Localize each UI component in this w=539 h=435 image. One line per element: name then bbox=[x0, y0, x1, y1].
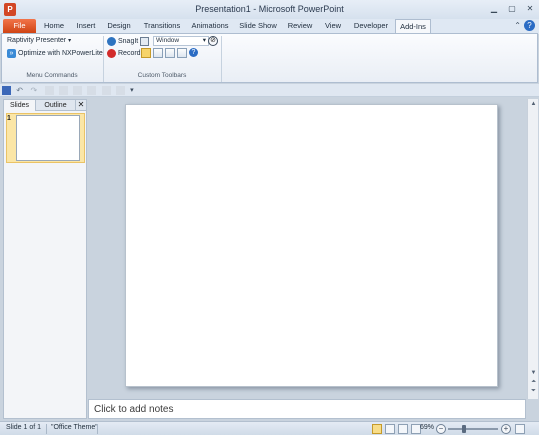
close-window-icon[interactable]: ✕ bbox=[523, 3, 537, 15]
pane-tab-row: Slides Outline ✕ bbox=[4, 100, 86, 111]
status-separator bbox=[46, 424, 47, 434]
vertical-scrollbar[interactable]: ▲ ▼ ⏶ ⏷ bbox=[527, 99, 538, 399]
ribbon-addins: Raptivity Presenter ▾ » Optimize with NX… bbox=[1, 33, 538, 83]
capture-menu-icon[interactable] bbox=[177, 48, 187, 58]
save-icon[interactable] bbox=[2, 86, 11, 95]
capture-scroll-icon[interactable] bbox=[153, 48, 163, 58]
help-icon[interactable]: ? bbox=[524, 20, 535, 31]
slide-number: 1 bbox=[7, 115, 11, 122]
chevron-down-icon: ▾ bbox=[202, 37, 206, 44]
copy-icon[interactable] bbox=[73, 86, 83, 95]
tab-insert[interactable]: Insert bbox=[72, 19, 100, 33]
optimize-nxpowerlite-label: Optimize with NXPowerLite bbox=[18, 50, 103, 57]
maximize-icon[interactable]: ▢ bbox=[505, 3, 519, 15]
snagit-label: SnagIt bbox=[118, 38, 139, 45]
snagit-button[interactable]: SnagIt bbox=[107, 37, 138, 46]
next-slide-icon[interactable]: ⏷ bbox=[529, 387, 538, 396]
slide-count-status: Slide 1 of 1 bbox=[6, 424, 42, 431]
status-separator bbox=[97, 424, 98, 434]
snagit-icon bbox=[107, 37, 116, 46]
tab-add-ins[interactable]: Add-Ins bbox=[395, 19, 431, 34]
window-title: Presentation1 - Microsoft PowerPoint bbox=[195, 4, 344, 14]
group-separator bbox=[221, 36, 222, 82]
ribbon-tab-row: File Home Insert Design Transitions Anim… bbox=[0, 19, 539, 34]
undo-icon[interactable]: ↶ bbox=[16, 86, 25, 95]
scroll-up-icon[interactable]: ▲ bbox=[529, 100, 538, 109]
toolbar-help-icon[interactable]: ? bbox=[189, 48, 198, 57]
paste-icon[interactable] bbox=[87, 86, 97, 95]
slides-pane: Slides Outline ✕ 1 bbox=[3, 99, 87, 419]
ribbon-minimize-icon[interactable]: ⌃ bbox=[514, 21, 521, 30]
tab-slides[interactable]: Slides bbox=[4, 100, 36, 111]
zoom-slider-thumb[interactable] bbox=[462, 425, 466, 433]
normal-view-icon[interactable] bbox=[372, 424, 382, 434]
format-painter-icon[interactable] bbox=[101, 86, 111, 95]
tab-design[interactable]: Design bbox=[104, 19, 134, 33]
cut-icon[interactable] bbox=[58, 86, 68, 95]
tab-slide-show[interactable]: Slide Show bbox=[238, 19, 278, 33]
record-icon bbox=[107, 49, 116, 58]
zoom-out-icon[interactable]: − bbox=[436, 424, 446, 434]
compass-icon[interactable]: ⊘ bbox=[208, 36, 218, 46]
window-combo-box[interactable]: Window ▾ bbox=[153, 36, 209, 46]
record-button[interactable]: Record bbox=[107, 49, 141, 58]
slide-sorter-view-icon[interactable] bbox=[385, 424, 395, 434]
close-pane-icon[interactable]: ✕ bbox=[76, 100, 86, 111]
minimize-icon[interactable]: ▁ bbox=[487, 3, 501, 15]
capture-region-icon[interactable] bbox=[141, 48, 151, 58]
tab-developer[interactable]: Developer bbox=[352, 19, 390, 33]
redo-icon[interactable]: ↷ bbox=[30, 86, 39, 95]
status-bar: Slide 1 of 1 "Office Theme" 69% − + bbox=[0, 421, 539, 435]
window-combo-value: Window bbox=[156, 37, 180, 44]
group-label-menu-commands: Menu Commands bbox=[26, 72, 78, 79]
tab-view[interactable]: View bbox=[321, 19, 345, 33]
zoom-in-icon[interactable]: + bbox=[501, 424, 511, 434]
fit-slide-icon[interactable] bbox=[515, 424, 525, 434]
window-combo-field: Window ▾ bbox=[153, 36, 209, 46]
raptivity-presenter-button[interactable]: Raptivity Presenter ▾ bbox=[7, 37, 71, 44]
capture-window-icon[interactable] bbox=[140, 37, 149, 46]
record-label: Record bbox=[118, 50, 141, 57]
title-bar: P Presentation1 - Microsoft PowerPoint ▁… bbox=[0, 0, 539, 19]
tab-file[interactable]: File bbox=[3, 19, 36, 33]
chevron-down-icon: ▾ bbox=[68, 38, 72, 44]
notes-pane[interactable]: Click to add notes bbox=[88, 399, 526, 419]
tab-review[interactable]: Review bbox=[285, 19, 315, 33]
zoom-slider-track[interactable] bbox=[448, 428, 498, 430]
theme-status: "Office Theme" bbox=[51, 424, 98, 431]
capture-video-icon[interactable] bbox=[165, 48, 175, 58]
tab-animations[interactable]: Animations bbox=[189, 19, 231, 33]
tab-home[interactable]: Home bbox=[40, 19, 68, 33]
custom-toolbar-icons: ? bbox=[141, 48, 200, 58]
group-label-custom-toolbars: Custom Toolbars bbox=[137, 72, 187, 79]
slide-thumbnail[interactable] bbox=[16, 115, 80, 161]
tab-outline[interactable]: Outline bbox=[36, 100, 76, 111]
raptivity-presenter-label: Raptivity Presenter bbox=[7, 37, 67, 44]
quick-access-toolbar: ↶ ↷ ▾ bbox=[0, 84, 539, 97]
tab-transitions[interactable]: Transitions bbox=[140, 19, 184, 33]
zoom-level[interactable]: 69% bbox=[420, 424, 434, 431]
notes-placeholder: Click to add notes bbox=[94, 404, 174, 415]
print-icon[interactable] bbox=[115, 86, 125, 95]
reading-view-icon[interactable] bbox=[398, 424, 408, 434]
customize-qat-icon[interactable]: ▾ bbox=[130, 86, 139, 95]
nxpowerlite-icon: » bbox=[7, 49, 16, 58]
previous-slide-icon[interactable]: ⏶ bbox=[529, 378, 538, 387]
new-slide-icon[interactable] bbox=[44, 86, 54, 95]
slide-canvas[interactable] bbox=[125, 104, 498, 387]
optimize-nxpowerlite-button[interactable]: » Optimize with NXPowerLite bbox=[7, 49, 103, 58]
scroll-down-icon[interactable]: ▼ bbox=[529, 369, 538, 378]
